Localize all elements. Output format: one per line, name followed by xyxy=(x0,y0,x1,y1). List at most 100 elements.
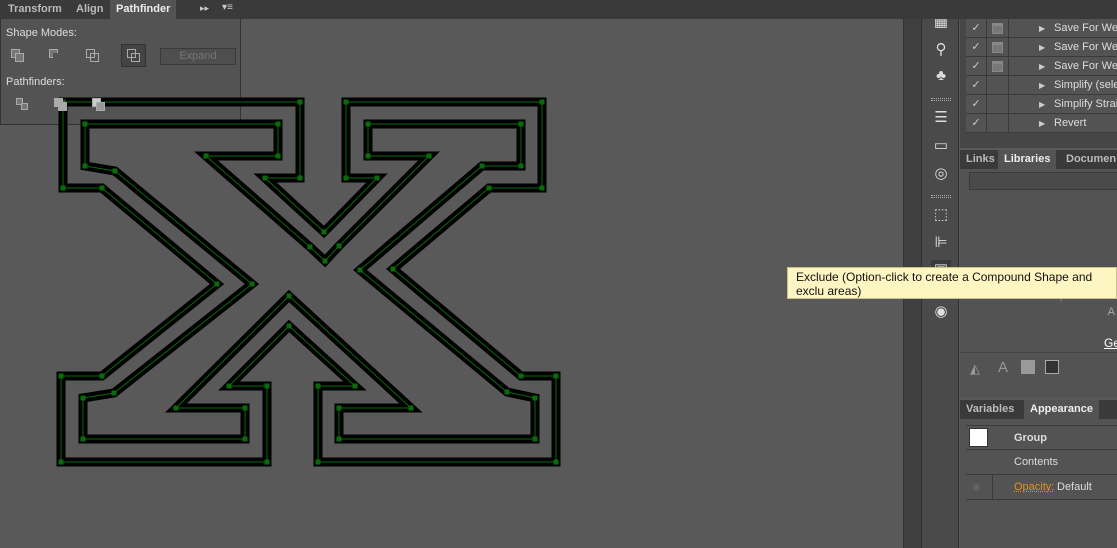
action-row[interactable]: ✓ ▶ Save For Web _ xyxy=(966,38,1117,57)
anchor-point[interactable] xyxy=(58,373,64,379)
gradient-icon[interactable]: ▭ xyxy=(931,136,951,156)
anchor-point[interactable] xyxy=(532,395,538,401)
anchor-point[interactable] xyxy=(315,383,321,389)
exclude-button[interactable] xyxy=(121,44,146,67)
tab-pathfinder[interactable]: Pathfinder xyxy=(110,0,177,19)
anchor-point[interactable] xyxy=(275,153,281,159)
anchor-point[interactable] xyxy=(553,373,559,379)
expand-button[interactable]: Expand xyxy=(160,48,236,65)
anchor-point[interactable] xyxy=(426,153,432,159)
inner-path-stroke[interactable] xyxy=(78,119,540,444)
anchor-point[interactable] xyxy=(374,175,380,181)
expand-triangle-icon[interactable]: ▶ xyxy=(1039,57,1045,76)
anchor-point[interactable] xyxy=(262,175,268,181)
anchor-point[interactable] xyxy=(307,244,313,250)
expand-triangle-icon[interactable]: ▶ xyxy=(1039,76,1045,95)
anchor-point[interactable] xyxy=(173,405,179,411)
anchor-point[interactable] xyxy=(365,153,371,159)
anchor-point[interactable] xyxy=(539,99,545,105)
anchor-point[interactable] xyxy=(275,121,281,127)
action-row[interactable]: ✓ ▶ Simplify (selec xyxy=(966,76,1117,95)
anchor-point[interactable] xyxy=(99,185,105,191)
anchor-point[interactable] xyxy=(357,267,363,273)
anchor-point[interactable] xyxy=(321,229,327,235)
anchor-point[interactable] xyxy=(297,175,303,181)
anchor-point[interactable] xyxy=(365,121,371,127)
anchor-point[interactable] xyxy=(504,389,510,395)
expand-triangle-icon[interactable]: ▶ xyxy=(1039,19,1045,38)
anchor-point[interactable] xyxy=(408,405,414,411)
opacity-link[interactable]: Opacity: xyxy=(1014,475,1054,500)
anchor-point[interactable] xyxy=(60,185,66,191)
get-link[interactable]: Ge xyxy=(1104,336,1117,350)
expand-triangle-icon[interactable]: ▶ xyxy=(1039,114,1045,133)
anchor-point[interactable] xyxy=(58,459,64,465)
tab-variables[interactable]: Variables xyxy=(960,400,1020,419)
anchor-point[interactable] xyxy=(112,168,118,174)
divide-button[interactable] xyxy=(16,98,30,112)
intersect-button[interactable] xyxy=(86,49,100,63)
transform-icon[interactable]: ⬚ xyxy=(931,205,951,225)
anchor-point[interactable] xyxy=(553,459,559,465)
anchor-point[interactable] xyxy=(214,281,220,287)
anchor-point[interactable] xyxy=(264,459,270,465)
symbol-sprayer-icon[interactable]: ⚲ xyxy=(931,40,951,60)
trim-button[interactable] xyxy=(54,98,68,112)
anchor-point[interactable] xyxy=(518,373,524,379)
appearance-row-opacity[interactable]: ◉ Opacity: Default xyxy=(966,475,1117,500)
dialog-toggle[interactable] xyxy=(987,95,1009,114)
action-row[interactable]: ✓ ▶ Save For Web xyxy=(966,57,1117,76)
anchor-point[interactable] xyxy=(532,436,538,442)
grip[interactable] xyxy=(931,98,951,101)
library-select[interactable] xyxy=(969,172,1117,190)
club-symbols-icon[interactable]: ♣ xyxy=(931,66,951,86)
anchor-point[interactable] xyxy=(336,243,342,249)
anchor-point[interactable] xyxy=(99,373,105,379)
anchor-point[interactable] xyxy=(249,281,255,287)
dialog-toggle[interactable] xyxy=(987,38,1009,57)
grip[interactable] xyxy=(931,195,951,198)
artwork-letter-x[interactable] xyxy=(0,0,900,548)
dialog-toggle[interactable] xyxy=(987,19,1009,38)
anchor-point[interactable] xyxy=(336,436,342,442)
expand-triangle-icon[interactable]: ▶ xyxy=(1039,38,1045,57)
anchor-point[interactable] xyxy=(80,436,86,442)
dialog-toggle[interactable] xyxy=(987,114,1009,133)
navigator-icon[interactable]: ◉ xyxy=(931,302,951,322)
anchor-point[interactable] xyxy=(242,436,248,442)
toggle-check-icon[interactable]: ✓ xyxy=(966,95,987,114)
transparency-icon[interactable]: ◎ xyxy=(931,164,951,184)
anchor-point[interactable] xyxy=(80,395,86,401)
anchor-point[interactable] xyxy=(111,390,117,396)
minus-front-button[interactable] xyxy=(49,49,63,63)
toggle-check-icon[interactable]: ✓ xyxy=(966,57,987,76)
add-fill-color-icon[interactable] xyxy=(1021,360,1035,374)
toggle-check-icon[interactable]: ✓ xyxy=(966,114,987,133)
appearance-row-group[interactable]: Group xyxy=(966,425,1117,450)
anchor-point[interactable] xyxy=(343,175,349,181)
anchor-point[interactable] xyxy=(82,163,88,169)
outer-path-stroke[interactable] xyxy=(56,97,561,467)
action-row[interactable]: ✓ ▶ Revert xyxy=(966,114,1117,133)
tab-libraries[interactable]: Libraries xyxy=(998,150,1057,169)
unite-button[interactable] xyxy=(11,49,25,63)
anchor-point[interactable] xyxy=(82,121,88,127)
tab-document[interactable]: Documen xyxy=(1060,150,1117,169)
anchor-point[interactable] xyxy=(286,293,292,299)
dialog-toggle[interactable] xyxy=(987,76,1009,95)
toggle-check-icon[interactable]: ✓ xyxy=(966,76,987,95)
anchor-point[interactable] xyxy=(322,258,328,264)
anchor-point[interactable] xyxy=(286,323,292,329)
anchor-point[interactable] xyxy=(297,99,303,105)
toggle-check-icon[interactable]: ✓ xyxy=(966,38,987,57)
add-graphic-icon[interactable]: ◭ xyxy=(970,361,980,377)
anchor-point[interactable] xyxy=(336,405,342,411)
action-row[interactable]: ✓ ▶ Save For Web xyxy=(966,19,1117,38)
align-icon[interactable]: ⊫ xyxy=(931,233,951,253)
tab-appearance[interactable]: Appearance xyxy=(1024,400,1099,419)
add-character-style-icon[interactable]: A xyxy=(998,359,1008,376)
anchor-point[interactable] xyxy=(203,153,209,159)
toggle-check-icon[interactable]: ✓ xyxy=(966,19,987,38)
tab-links[interactable]: Links xyxy=(960,150,1001,169)
stroke-icon[interactable]: ☰ xyxy=(931,108,951,128)
